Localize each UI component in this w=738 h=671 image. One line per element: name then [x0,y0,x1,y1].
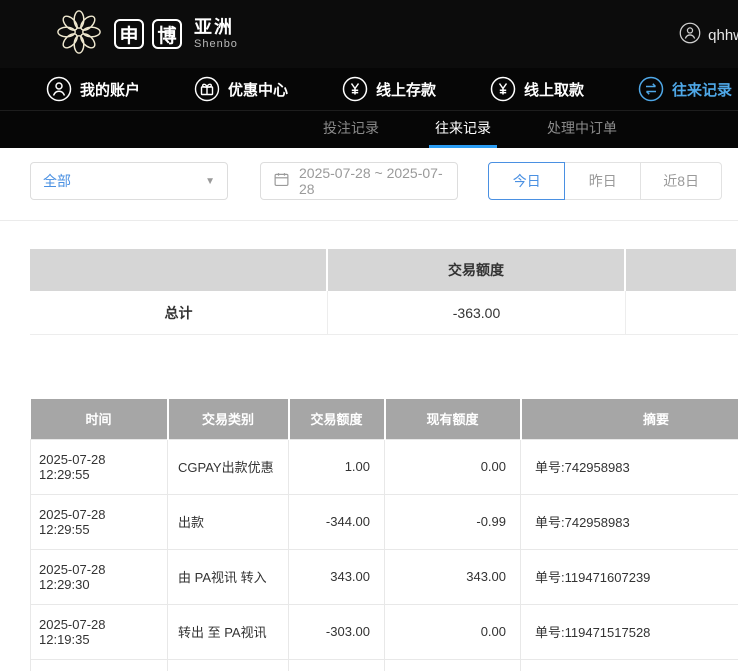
table-cell: 出款 [168,494,289,549]
table-cell: 2025-07-28 12:29:55 [31,494,168,549]
brand-char-shen: 申 [114,19,144,49]
brand-text: 亚洲 Shenbo [194,18,238,50]
tabs-group: 投注记录 往来记录 处理中订单 [295,111,645,148]
records-table: 时间交易类别交易额度现有额度摘要 2025-07-28 12:29:55CGPA… [30,399,738,671]
chevron-down-icon: ▼ [205,176,215,187]
table-row: 2025-07-28 12:29:55出款-344.00-0.99单号:7429… [31,494,738,549]
summary-total-value: -363.00 [328,291,626,335]
today-button[interactable]: 今日 [488,162,565,200]
tab-betting-records[interactable]: 投注记录 [317,111,385,148]
gift-icon [194,76,220,102]
calendar-icon [273,171,290,191]
column-header: 交易额度 [289,399,385,439]
nav-item-my-account[interactable]: 我的账户 [46,76,140,102]
brand-region-label: 亚洲 [194,18,238,38]
last-8-days-button[interactable]: 近8日 [640,162,722,200]
summary-header-amount: 交易额度 [328,249,626,291]
table-cell: 3.00 [289,659,385,671]
brand-logo: 申 博 亚洲 Shenbo [56,9,238,60]
transfer-records-icon [638,76,664,102]
top-header-bar: 申 博 亚洲 Shenbo qhhw [0,0,738,68]
user-avatar-icon [679,22,701,48]
nav-label: 往来记录 [672,79,732,100]
table-row: 2025-07-28 12:29:55CGPAY出款优惠1.000.00单号:7… [31,439,738,494]
selected-type-label: 全部 [43,171,71,191]
table-cell: 由 PA视讯 转入 [168,549,289,604]
records-subnav: 投注记录 往来记录 处理中订单 [0,110,738,148]
transaction-type-select[interactable]: 全部 ▼ [30,162,228,200]
table-cell: 2025-07-28 12:29:55 [31,439,168,494]
yesterday-button[interactable]: 昨日 [564,162,641,200]
table-cell: 单号:742958983 [521,494,738,549]
table-row: 2025-07-28 12:19:29CGPAY-CG钱包支付笔笔送优惠3.00… [31,659,738,671]
table-cell: 2025-07-28 12:19:29 [31,659,168,671]
date-range-picker[interactable]: 2025-07-28 ~ 2025-07-28 [260,162,458,200]
table-row: 2025-07-28 12:19:35转出 至 PA视讯-303.000.00单… [31,604,738,659]
summary-table: 交易额度 总计 -363.00 [30,249,738,335]
nav-label: 线上存款 [376,79,436,100]
nav-label: 我的账户 [80,79,140,100]
tab-processing-orders[interactable]: 处理中订单 [541,111,623,148]
summary-empty-cell [626,291,738,335]
column-header: 现有额度 [385,399,521,439]
nav-item-online-withdrawal[interactable]: 线上取款 [490,76,584,102]
table-cell: 343.00 [385,549,521,604]
brand-english-label: Shenbo [194,38,238,50]
nav-item-transaction-records[interactable]: 往来记录 [638,76,732,102]
column-header: 时间 [31,399,168,439]
table-cell: CGPAY出款优惠 [168,439,289,494]
table-cell: -344.00 [289,494,385,549]
column-header: 交易类别 [168,399,289,439]
table-row: 2025-07-28 12:29:30由 PA视讯 转入343.00343.00… [31,549,738,604]
table-cell: 单号:202507294026950349 [521,659,738,671]
table-cell: 单号:119471517528 [521,604,738,659]
nav-label: 线上取款 [524,79,584,100]
lotus-flower-icon [56,9,102,60]
table-cell: 2025-07-28 12:29:30 [31,549,168,604]
summary-header-empty [626,249,738,291]
deposit-coin-icon [342,76,368,102]
section-divider [0,220,738,221]
table-cell: 303.00 [385,659,521,671]
column-header: 摘要 [521,399,738,439]
brand-char-bo: 博 [152,19,182,49]
summary-header-empty [30,249,328,291]
tab-transaction-records[interactable]: 往来记录 [429,111,497,148]
user-icon [46,76,72,102]
table-cell: 单号:119471607239 [521,549,738,604]
table-cell: 0.00 [385,439,521,494]
table-cell: 2025-07-28 12:19:35 [31,604,168,659]
username-label: qhhw [708,27,738,44]
table-cell: 单号:742958983 [521,439,738,494]
nav-item-promotions[interactable]: 优惠中心 [194,76,288,102]
date-range-value: 2025-07-28 ~ 2025-07-28 [299,165,445,197]
table-cell: 0.00 [385,604,521,659]
withdraw-coin-icon [490,76,516,102]
table-cell: CGPAY-CG钱包支付笔笔送优惠 [168,659,289,671]
quick-date-buttons: 今日 昨日 近8日 [488,162,722,200]
table-cell: 1.00 [289,439,385,494]
table-cell: -303.00 [289,604,385,659]
records-table-wrap: 时间交易类别交易额度现有额度摘要 2025-07-28 12:29:55CGPA… [30,399,738,671]
summary-total-label: 总计 [30,291,328,335]
main-navigation: 我的账户 优惠中心 线上存款 线上 [0,68,738,110]
nav-item-online-deposit[interactable]: 线上存款 [342,76,436,102]
table-cell: 转出 至 PA视讯 [168,604,289,659]
nav-label: 优惠中心 [228,79,288,100]
records-header-row: 时间交易类别交易额度现有额度摘要 [31,399,738,439]
records-body: 2025-07-28 12:29:55CGPAY出款优惠1.000.00单号:7… [31,439,738,671]
user-account-menu[interactable]: qhhw [679,22,738,48]
filter-row: 全部 ▼ 2025-07-28 ~ 2025-07-28 今日 昨日 近8日 [30,162,722,200]
table-cell: 343.00 [289,549,385,604]
table-cell: -0.99 [385,494,521,549]
